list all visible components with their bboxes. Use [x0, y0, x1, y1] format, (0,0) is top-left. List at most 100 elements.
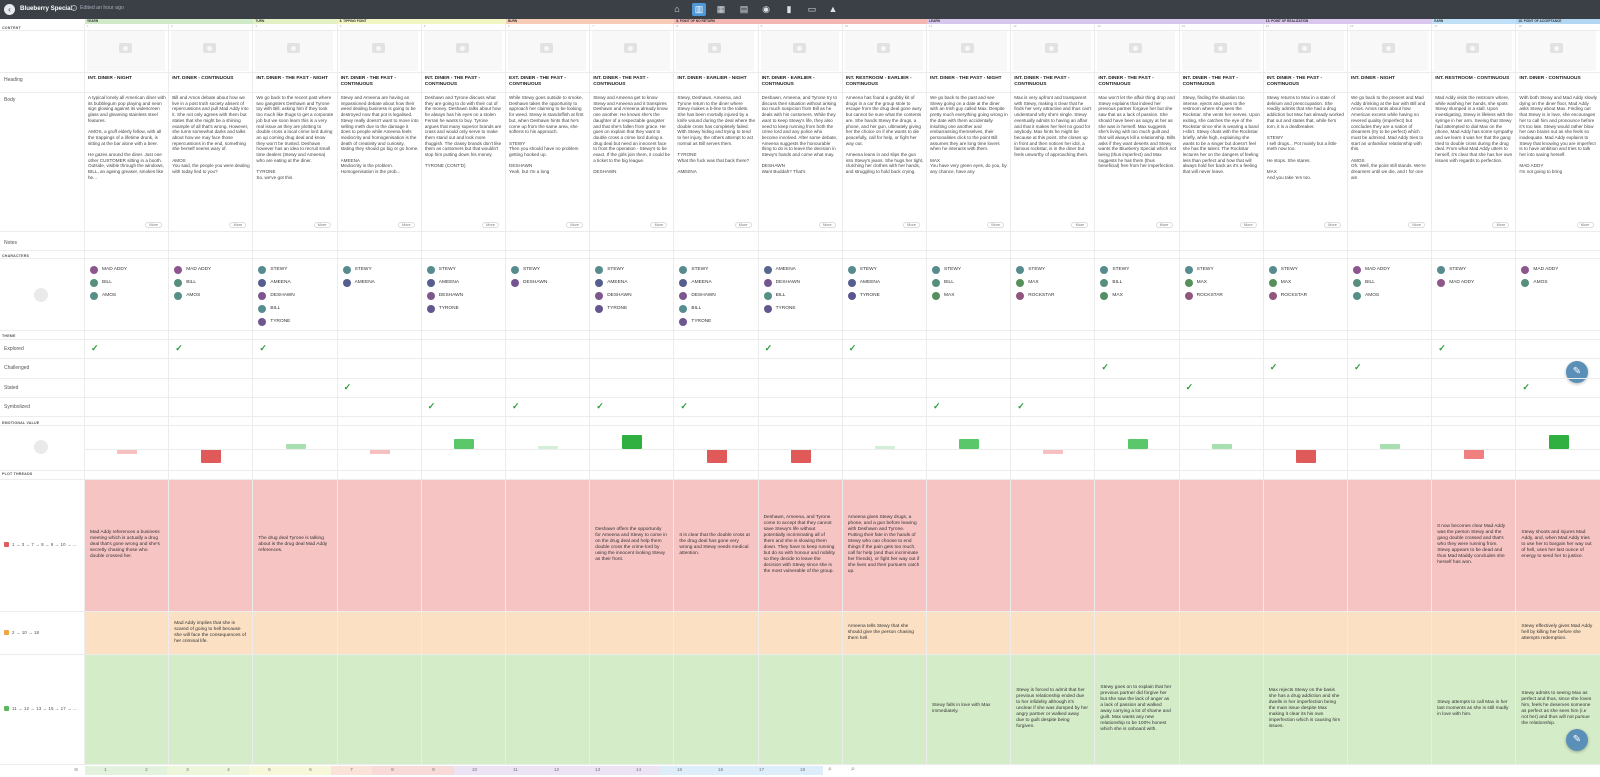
plot-thread-note[interactable]: Ameena gives Stewy drugs, a phone, and a… — [848, 515, 920, 575]
character-item[interactable]: MAD ADDY — [174, 263, 252, 276]
theme-check-icon[interactable]: ✓ — [1354, 362, 1362, 373]
scene-photo-placeholder[interactable] — [592, 31, 671, 71]
bottom-scene-tab[interactable]: 14 — [618, 766, 659, 775]
bottom-scene-tab[interactable]: 16 — [700, 766, 741, 775]
scene-photo-placeholder[interactable] — [1434, 31, 1513, 71]
act-segment[interactable]: EARN — [1432, 19, 1517, 24]
plot-thread-note[interactable]: Stewy admits to seeing Max as perfect an… — [1521, 691, 1593, 727]
scene-body[interactable]: Mad Addy visits the restroom where, whil… — [1435, 95, 1514, 217]
scene-body[interactable]: Max is very upfront and transparent with… — [1014, 95, 1093, 217]
character-item[interactable]: AMEENA — [595, 276, 673, 289]
character-item[interactable]: DESHAWN — [258, 289, 336, 302]
plot-thread-note[interactable]: Deshawn, Ameena, and Tyrone come to acce… — [764, 515, 836, 575]
emotional-value-bar[interactable] — [790, 449, 811, 464]
emotional-value-bar[interactable] — [1127, 439, 1148, 449]
theme-check-icon[interactable]: ✓ — [596, 401, 604, 412]
scene-photo-placeholder[interactable] — [1097, 31, 1176, 71]
emotional-value-bar[interactable] — [1464, 449, 1485, 459]
theme-check-icon[interactable]: ✓ — [344, 382, 352, 393]
theme-check-icon[interactable]: ✓ — [933, 401, 941, 412]
back-logo-icon[interactable]: ‹ — [4, 4, 15, 15]
plot-thread-note[interactable]: Mad Addy implies that she is scared of g… — [174, 621, 246, 645]
scene-body[interactable]: Ameena has found a grubby kit of drugs i… — [845, 95, 924, 217]
character-item[interactable]: AMEENA — [342, 276, 421, 289]
zoom-in-icon[interactable]: ⌕ — [851, 766, 855, 774]
act-segment[interactable]: 18. POINT OF ACCEPTANCE — [1516, 19, 1600, 24]
scene-heading[interactable]: INT. DINER - CONTINUOUS — [1519, 76, 1599, 82]
plot-thread-note[interactable]: Stewy goes on to explain that her previo… — [1100, 685, 1172, 733]
plot-thread-note[interactable]: Stewy is forced to admit that her previo… — [1016, 688, 1088, 730]
act-segment[interactable]: 8. POINT OF NO RETURN — [674, 19, 927, 24]
character-item[interactable]: AMOS — [1521, 276, 1599, 289]
theme-check-icon[interactable]: ✓ — [765, 343, 773, 354]
character-item[interactable]: ROCKSTAR — [1268, 289, 1347, 302]
scene-photo-placeholder[interactable] — [508, 31, 586, 71]
more-button[interactable]: More — [482, 222, 499, 228]
home-icon[interactable]: ⌂ — [670, 3, 684, 16]
bottom-scene-tab[interactable]: 2 — [126, 766, 167, 775]
character-item[interactable]: MAX — [1184, 276, 1263, 289]
plot-thread-note[interactable]: Mad Addy references a business meeting w… — [90, 530, 162, 560]
scene-heading[interactable]: INT. DINER - NIGHT — [88, 76, 168, 82]
menu-icon[interactable]: ≡ — [74, 767, 78, 774]
bottom-scene-tab[interactable]: 3 — [167, 766, 208, 775]
plot-thread-legend[interactable]: 11 → 12 → 13 → 15 → 17 → ... — [4, 706, 77, 711]
document-icon[interactable]: ▤ — [737, 3, 751, 16]
plot-thread-note[interactable]: The drug deal Tyrone is talking about is… — [258, 536, 330, 554]
character-item[interactable]: BILL — [763, 289, 842, 302]
bottom-scene-tab[interactable]: 6 — [290, 766, 331, 775]
character-item[interactable]: BILL — [174, 276, 252, 289]
document-title[interactable]: Blueberry Special — [20, 5, 72, 12]
bottom-scene-tab[interactable]: 7 — [331, 766, 372, 775]
scene-heading[interactable]: INT. DINER - EARLIER - NIGHT — [677, 76, 757, 82]
more-button[interactable]: More — [734, 222, 752, 228]
scene-heading[interactable]: INT. DINER - THE PAST - CONTINUOUS — [593, 76, 673, 88]
character-item[interactable]: MAD ADDY — [1521, 263, 1599, 276]
character-item[interactable]: STEWY — [1016, 263, 1094, 276]
character-item[interactable]: ROCKSTAR — [1184, 289, 1263, 302]
character-item[interactable]: DESHAWN — [511, 276, 589, 289]
theme-check-icon[interactable]: ✓ — [1101, 362, 1109, 373]
emotional-value-bar[interactable] — [959, 439, 980, 449]
character-item[interactable]: BILL — [679, 302, 757, 315]
chart-icon[interactable]: ▮ — [782, 3, 796, 16]
add-character-icon[interactable] — [34, 288, 48, 302]
scene-heading[interactable]: INT. DINER - THE PAST - NIGHT — [256, 76, 336, 82]
emotional-value-bar[interactable] — [622, 434, 643, 449]
plot-thread-legend[interactable]: 2 → 10 → 18 — [4, 629, 39, 635]
bottom-scene-tab[interactable]: 13 — [577, 766, 618, 775]
scene-photo-placeholder[interactable] — [1350, 31, 1428, 71]
scene-body[interactable]: We go back to the present and Mad Addy d… — [1351, 95, 1429, 217]
character-item[interactable]: AMEENA — [847, 276, 926, 289]
scene-photo-placeholder[interactable] — [676, 31, 755, 71]
character-item[interactable]: TYRONE — [847, 289, 926, 302]
scene-heading[interactable]: INT. DINER - THE PAST - CONTINUOUS — [1098, 76, 1178, 88]
character-item[interactable]: ROCKSTAR — [1016, 289, 1094, 302]
plot-thread-note[interactable]: It is clear that the double cross at the… — [679, 533, 751, 557]
add-note-fab-icon[interactable]: ✎ — [1566, 361, 1588, 383]
bottom-scene-tab[interactable]: 1 — [85, 766, 126, 775]
character-item[interactable]: STEWY — [932, 263, 1010, 276]
scene-body[interactable]: Stewy, Deshawn, Ameena, and Tyrone retur… — [677, 95, 756, 217]
scene-photo-placeholder[interactable] — [87, 31, 165, 71]
character-item[interactable]: MAD ADDY — [1437, 276, 1515, 289]
scene-photo-placeholder[interactable] — [929, 31, 1007, 71]
character-item[interactable]: MAX — [932, 289, 1010, 302]
scene-body[interactable]: Max won't let the affair thing drop and … — [1098, 95, 1177, 217]
theme-check-icon[interactable]: ✓ — [1017, 401, 1025, 412]
character-item[interactable]: STEWY — [1184, 263, 1263, 276]
scene-heading[interactable]: INT. DINER - EARLIER - CONTINUOUS — [762, 76, 842, 88]
scene-body[interactable]: Stewy and Ameena get to know Stewy and A… — [593, 95, 672, 217]
scene-photo-placeholder[interactable] — [339, 31, 418, 71]
emotional-value-bar[interactable] — [201, 449, 222, 464]
scene-photo-placeholder[interactable] — [760, 31, 839, 71]
character-item[interactable]: TYRONE — [595, 302, 673, 315]
character-item[interactable]: BILL — [1353, 276, 1431, 289]
plot-thread-note[interactable]: Max rejects Stewy on the basis she has a… — [1269, 688, 1341, 730]
scene-body[interactable]: With both Stewy and Mad Addy slowly dyin… — [1519, 95, 1598, 217]
more-button[interactable]: More — [1324, 222, 1341, 228]
character-item[interactable]: STEWY — [426, 263, 505, 276]
grid-icon[interactable]: ▦ — [714, 3, 728, 16]
character-item[interactable]: DESHAWN — [426, 289, 505, 302]
scene-heading[interactable]: INT. DINER - THE PAST - CONTINUOUS — [1014, 76, 1094, 88]
